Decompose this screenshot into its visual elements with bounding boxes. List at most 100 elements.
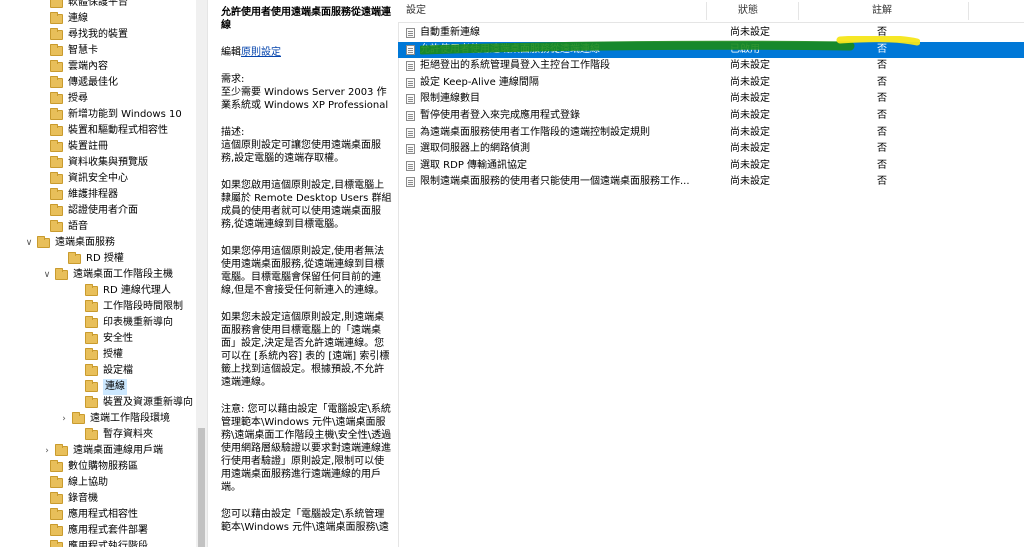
folder-icon (50, 460, 63, 472)
tree-item[interactable]: 工作階段時間限制 (85, 299, 183, 315)
setting-row[interactable]: 限制遠端桌面服務的使用者只能使用一個遠端桌面服務工作... 尚未設定 否 (398, 174, 1024, 190)
tree-item[interactable]: 裝置和驅動程式相容性 (50, 123, 168, 139)
tree-item-label: 錄音機 (68, 493, 98, 504)
folder-icon (50, 508, 63, 520)
policy-title: 允許使用者使用遠端桌面服務從遠端連線 (221, 7, 391, 31)
tree-item[interactable]: 數位購物服務區 (50, 459, 138, 475)
tree-item-label: 軟體保護平台 (68, 0, 128, 8)
folder-icon (50, 124, 63, 136)
tree-item[interactable]: 暫存資料夾 (85, 427, 153, 443)
chevron-down-icon[interactable]: ∨ (42, 267, 52, 283)
tree-item-label: 連線 (68, 13, 88, 24)
tree-item[interactable]: 傳遞最佳化 (50, 75, 118, 91)
setting-row[interactable]: 選取伺服器上的網路偵測 尚未設定 否 (398, 141, 1024, 157)
tree-item-label: 遠端工作階段環境 (90, 413, 170, 424)
setting-row[interactable]: 允許使用者使用遠端桌面服務從遠端連線 已啟用 否 (398, 41, 1024, 58)
tree-item[interactable]: 應用程式套件部署 (50, 523, 148, 539)
tree-item[interactable]: 資訊安全中心 (50, 171, 128, 187)
tree-item[interactable]: 軟體保護平台 (50, 0, 128, 11)
policy-tree[interactable]: 軟體保護平台 連線 尋找我的裝置 智慧卡 雲端內容 傳遞最佳化 授尋 新增功能到 Window… (0, 0, 196, 547)
folder-icon (85, 316, 98, 328)
folder-icon (50, 188, 63, 200)
tree-item[interactable]: 智慧卡 (50, 43, 98, 59)
tree-scrollbar-thumb[interactable] (198, 428, 205, 547)
tree-item[interactable]: 線上協助 (50, 475, 108, 491)
tree-item[interactable]: 錄音機 (50, 491, 98, 507)
tree-item-label: RD 連線代理人 (103, 285, 171, 296)
setting-state: 尚未設定 (730, 60, 770, 72)
tree-item-label: 遠端桌面服務 (55, 237, 115, 248)
column-header-state[interactable]: 狀態 (738, 0, 758, 22)
folder-icon (50, 92, 63, 104)
tree-item[interactable]: 印表機重新導向 (85, 315, 173, 331)
tree-item[interactable]: › 遠端工作階段環境 (59, 411, 170, 427)
edit-policy-link[interactable]: 原則設定 (241, 47, 281, 58)
tree-item-label: 認證使用者介面 (68, 205, 138, 216)
tree-item[interactable]: ∨ 遠端桌面工作階段主機 (42, 267, 173, 283)
folder-icon (50, 172, 63, 184)
description-paragraph: 如果您停用這個原則設定,使用者無法使用遠端桌面服務,從遠端連線到目標電腦。目標電… (221, 246, 385, 296)
tree-item-label: 授尋 (68, 93, 88, 104)
tree-item[interactable]: 設定檔 (85, 363, 133, 379)
tree-item[interactable]: RD 授權 (68, 251, 124, 267)
folder-icon (50, 540, 63, 547)
tree-item-label: 應用程式套件部署 (68, 525, 148, 536)
folder-icon (68, 252, 81, 264)
chevron-right-icon[interactable]: › (42, 443, 52, 459)
tree-item[interactable]: 新增功能到 Windows 10 (50, 107, 182, 123)
column-divider[interactable] (706, 2, 707, 20)
description-paragraph: 您可以藉由設定「電腦設定\系統管理範本\Windows 元件\遠端桌面服務\遠 (221, 509, 389, 533)
tree-item[interactable]: 裝置註冊 (50, 139, 108, 155)
tree-item[interactable]: 尋找我的裝置 (50, 27, 128, 43)
tree-item[interactable]: RD 連線代理人 (85, 283, 171, 299)
setting-row[interactable]: 設定 Keep-Alive 連線間隔 尚未設定 否 (398, 75, 1024, 91)
setting-comment: 否 (877, 110, 887, 121)
column-divider[interactable] (968, 2, 969, 20)
tree-item[interactable]: ∨ 遠端桌面服務 (24, 235, 115, 251)
setting-row[interactable]: 暫停使用者登入來完成應用程式登錄 尚未設定 否 (398, 108, 1024, 124)
tree-item[interactable]: 語音 (50, 219, 88, 235)
tree-item[interactable]: 維護排程器 (50, 187, 118, 203)
tree-scrollbar[interactable] (196, 0, 207, 547)
setting-state: 尚未設定 (730, 176, 770, 188)
settings-list[interactable]: 設定 狀態 註解 自動重新連線 尚未設定否允許使用者使用遠端桌面服務從遠端連線 已啟… (398, 0, 1024, 547)
tree-item[interactable]: 應用程式相容性 (50, 507, 138, 523)
chevron-down-icon[interactable]: ∨ (24, 235, 34, 251)
tree-item[interactable]: 資料收集與預覽版 (50, 155, 148, 171)
folder-icon (50, 140, 63, 152)
tree-item[interactable]: 授權 (85, 347, 123, 363)
folder-icon (50, 28, 63, 40)
setting-state: 尚未設定 (730, 126, 770, 138)
tree-item[interactable]: › 遠端桌面連線用戶端 (42, 443, 163, 459)
column-header-comment[interactable]: 註解 (872, 0, 892, 22)
chevron-right-icon[interactable]: › (59, 411, 69, 427)
setting-row[interactable]: 選取 RDP 傳輸通訊協定 尚未設定 否 (398, 158, 1024, 174)
setting-row[interactable]: 拒絕登出的系統管理員登入主控台工作階段 尚未設定 否 (398, 58, 1024, 74)
folder-icon (50, 220, 63, 232)
setting-name: 拒絕登出的系統管理員登入主控台工作階段 (420, 60, 610, 72)
tree-item[interactable]: 裝置及資源重新導向 (85, 395, 193, 411)
column-divider[interactable] (798, 2, 799, 20)
setting-row[interactable]: 為遠端桌面服務使用者工作階段的遠端控制設定規則 尚未設定 否 (398, 125, 1024, 141)
tree-item[interactable]: 雲端內容 (50, 59, 108, 75)
tree-item-label: 傳遞最佳化 (68, 77, 118, 88)
folder-icon (50, 76, 63, 88)
tree-item[interactable]: 認證使用者介面 (50, 203, 138, 219)
setting-state: 尚未設定 (730, 110, 770, 121)
setting-row[interactable]: 限制連線數目 尚未設定 否 (398, 91, 1024, 107)
tree-item-label: 維護排程器 (68, 189, 118, 200)
description-label: 描述: (221, 127, 245, 138)
setting-row[interactable]: 自動重新連線 尚未設定 否 (398, 25, 1024, 41)
tree-item[interactable]: 授尋 (50, 91, 88, 107)
column-header-setting[interactable]: 設定 (406, 0, 426, 22)
tree-item[interactable]: 連線 (85, 379, 127, 395)
tree-item[interactable]: 連線 (50, 11, 88, 27)
tree-item[interactable]: 應用程式執行階段 (50, 539, 148, 547)
setting-name: 允許使用者使用遠端桌面服務從遠端連線 (420, 43, 600, 55)
tree-item[interactable]: 安全性 (85, 331, 133, 347)
setting-state: 尚未設定 (730, 27, 770, 38)
tree-item-label: 裝置及資源重新導向 (103, 397, 193, 408)
setting-state: 尚未設定 (730, 159, 770, 171)
edit-policy-row: 編輯原則設定 (221, 46, 393, 59)
tree-item-label: 授權 (103, 349, 123, 360)
